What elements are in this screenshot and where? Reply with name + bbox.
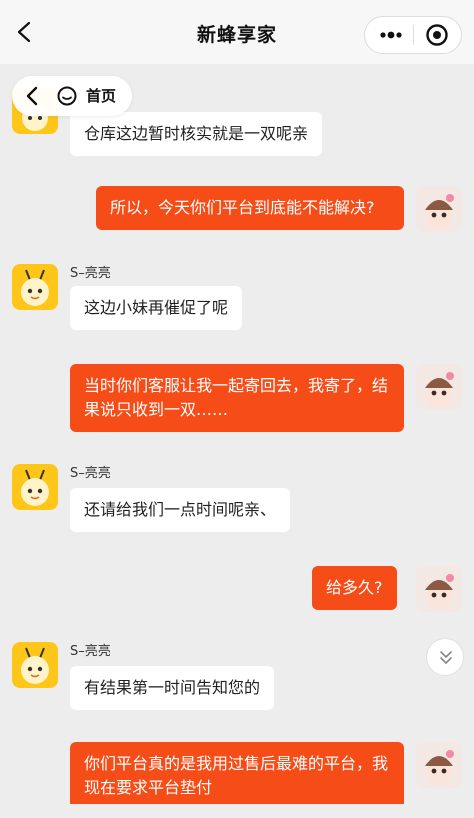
- capsule-divider: [413, 25, 414, 45]
- back-arrow-icon[interactable]: [24, 85, 40, 107]
- home-label[interactable]: 首页: [86, 85, 116, 106]
- outgoing-message-bubble: 当时你们客服让我一起寄回去，我寄了，结果说只收到一双……: [70, 364, 404, 432]
- incoming-message-bubble: 还请给我们一点时间呢亲、: [70, 488, 291, 532]
- scroll-to-bottom-button[interactable]: [426, 638, 464, 676]
- chevron-double-down-icon: [440, 651, 452, 664]
- bee-avatar-icon[interactable]: [12, 642, 58, 688]
- girl-avatar-icon[interactable]: [416, 186, 462, 232]
- more-dots-icon[interactable]: [379, 25, 403, 45]
- bee-avatar-icon[interactable]: [12, 264, 58, 310]
- home-pill[interactable]: 首页: [12, 76, 132, 116]
- incoming-message-bubble: 这边小妹再催促了呢: [70, 286, 243, 330]
- sender-name: S–亮亮: [70, 266, 111, 281]
- mini-program-capsule: [364, 16, 462, 54]
- outgoing-message-bubble: 所以，今天你们平台到底能不能解决?: [96, 186, 404, 230]
- bee-avatar-icon[interactable]: [12, 464, 58, 510]
- girl-avatar-icon[interactable]: [416, 566, 462, 612]
- home-icon[interactable]: [56, 85, 78, 107]
- outgoing-message-bubble: 你们平台真的是我用过售后最难的平台，我现在要求平台垫付: [70, 742, 404, 804]
- sender-name: S–亮亮: [70, 644, 111, 659]
- girl-avatar-icon[interactable]: [416, 742, 462, 788]
- sender-name: S–亮亮: [70, 466, 111, 481]
- girl-avatar-icon[interactable]: [416, 364, 462, 410]
- incoming-message-bubble: 有结果第一时间告知您的: [70, 666, 275, 710]
- chat-message-list[interactable]: 仓库这边暂时核实就是一双呢亲 所以，今天你们平台到底能不能解决? S–亮亮 这边…: [0, 64, 474, 804]
- nav-bar: 新蜂享家: [0, 0, 474, 64]
- incoming-message-bubble: 仓库这边暂时核实就是一双呢亲: [70, 112, 323, 156]
- outgoing-message-bubble: 给多久?: [312, 566, 397, 610]
- target-circle-icon[interactable]: [425, 23, 449, 47]
